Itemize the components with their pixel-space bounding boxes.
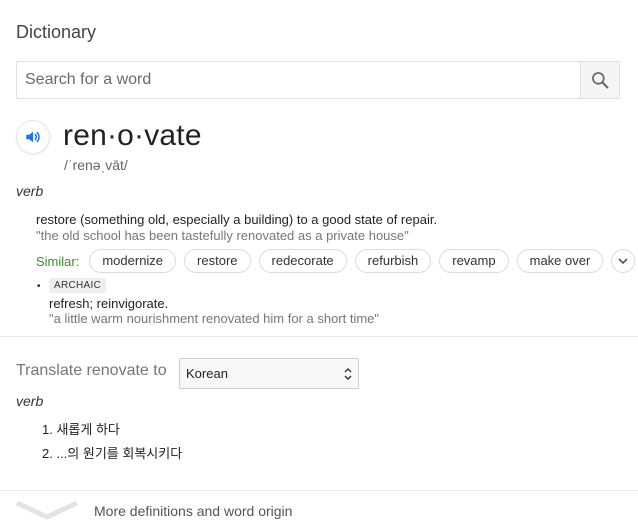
similar-chip-make-over[interactable]: make over	[516, 249, 604, 273]
chevron-down-icon	[618, 258, 628, 265]
definition-2: refresh; reinvigorate.	[49, 296, 169, 311]
similar-chip-restore[interactable]: restore	[184, 249, 251, 273]
language-select-value: Korean	[186, 366, 228, 381]
chevron-down-icon[interactable]	[14, 497, 80, 523]
more-definitions-link[interactable]: More definitions and word origin	[94, 503, 292, 519]
similar-label: Similar:	[36, 253, 80, 269]
divider	[0, 336, 638, 337]
search-input[interactable]	[17, 62, 581, 98]
bullet: •	[37, 281, 41, 292]
similar-chip-refurbish[interactable]: refurbish	[354, 249, 432, 273]
speaker-icon	[26, 131, 40, 143]
search-button[interactable]	[580, 62, 619, 98]
phonetic: /ˈrenəˌvāt/	[64, 157, 128, 173]
translate-label: Translate renovate to	[16, 362, 167, 379]
headword: ren·o·vate	[63, 119, 202, 152]
language-select[interactable]: Korean	[179, 358, 359, 389]
select-arrows-icon	[344, 367, 352, 380]
similar-chip-redecorate[interactable]: redecorate	[258, 249, 347, 273]
archaic-tag: ARCHAIC	[49, 278, 107, 293]
page-title: Dictionary	[16, 22, 97, 42]
similar-chip-revamp[interactable]: revamp	[439, 249, 509, 273]
similar-row: Similar: modernize restore redecorate re…	[36, 249, 636, 273]
example-2: "a little warm nourishment renovated him…	[49, 311, 380, 326]
example-1: "the old school has been tastefully reno…	[36, 228, 409, 243]
translate-part-of-speech: verb	[16, 393, 44, 409]
part-of-speech: verb	[16, 183, 44, 199]
expand-similar-button[interactable]	[611, 249, 636, 273]
translation-item: 1. 새롭게 하다	[42, 422, 120, 437]
search-box	[16, 61, 620, 99]
definition-1: restore (something old, especially a bui…	[36, 212, 438, 227]
similar-chip-modernize[interactable]: modernize	[89, 249, 177, 273]
search-icon	[592, 72, 609, 89]
pronunciation-button[interactable]	[16, 120, 50, 154]
divider	[0, 490, 638, 491]
translation-item: 2. ...의 원기를 회복시키다	[42, 446, 183, 461]
